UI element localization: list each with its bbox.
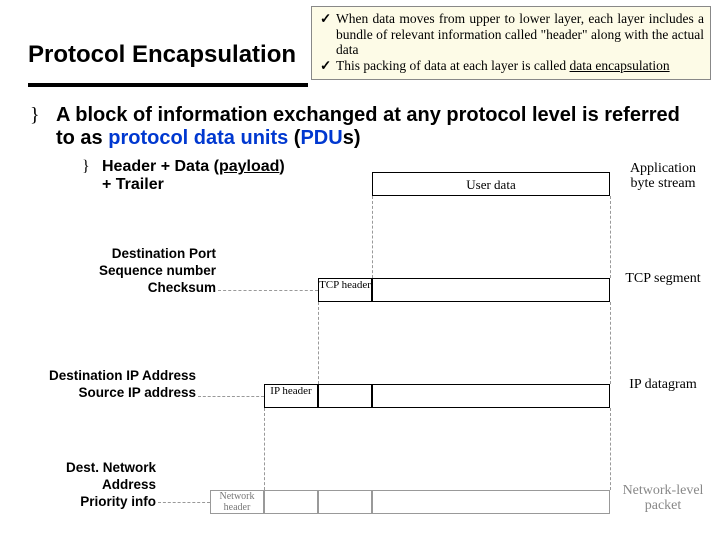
annot-tcp-l3: Checksum	[60, 280, 216, 297]
segment-net-header: Network header	[210, 490, 264, 514]
row-label-ip: IP datagram	[618, 378, 708, 393]
annot-net: Dest. Network Address Priority info	[42, 460, 156, 511]
leader-net	[158, 502, 210, 503]
segment-net-tcp	[318, 490, 372, 514]
vline-2l	[318, 302, 319, 384]
vline-2r	[610, 302, 611, 384]
vline-1r	[610, 196, 611, 278]
annot-net-l2: Address	[42, 477, 156, 494]
row-label-tcp: TCP segment	[618, 272, 708, 287]
annot-tcp-l2: Sequence number	[60, 263, 216, 280]
segment-tcp-header: TCP header	[318, 278, 372, 302]
vline-3l	[264, 408, 265, 490]
annot-net-l3: Priority info	[42, 494, 156, 511]
annot-ip: Destination IP Address Source IP address	[20, 368, 196, 402]
leader-ip	[198, 396, 264, 397]
segment-user-data: User data	[372, 172, 610, 196]
segment-net-ip	[264, 490, 318, 514]
segment-ip-header: IP header	[264, 384, 318, 408]
row-label-app: Application byte stream	[618, 162, 708, 191]
row-label-net: Network-level packet	[618, 484, 708, 513]
annot-net-l1: Dest. Network	[42, 460, 156, 477]
vline-1l	[372, 196, 373, 278]
annot-ip-l2: Source IP address	[20, 385, 196, 402]
vline-3r	[610, 408, 611, 490]
annot-tcp: Destination Port Sequence number Checksu…	[60, 246, 216, 297]
encapsulation-diagram: User data Application byte stream TCP he…	[0, 0, 720, 540]
annot-ip-l1: Destination IP Address	[20, 368, 196, 385]
leader-tcp	[218, 290, 318, 291]
segment-tcp-data	[372, 278, 610, 302]
segment-net-data	[372, 490, 610, 514]
segment-ip-data	[372, 384, 610, 408]
annot-tcp-l1: Destination Port	[60, 246, 216, 263]
segment-ip-tcp	[318, 384, 372, 408]
